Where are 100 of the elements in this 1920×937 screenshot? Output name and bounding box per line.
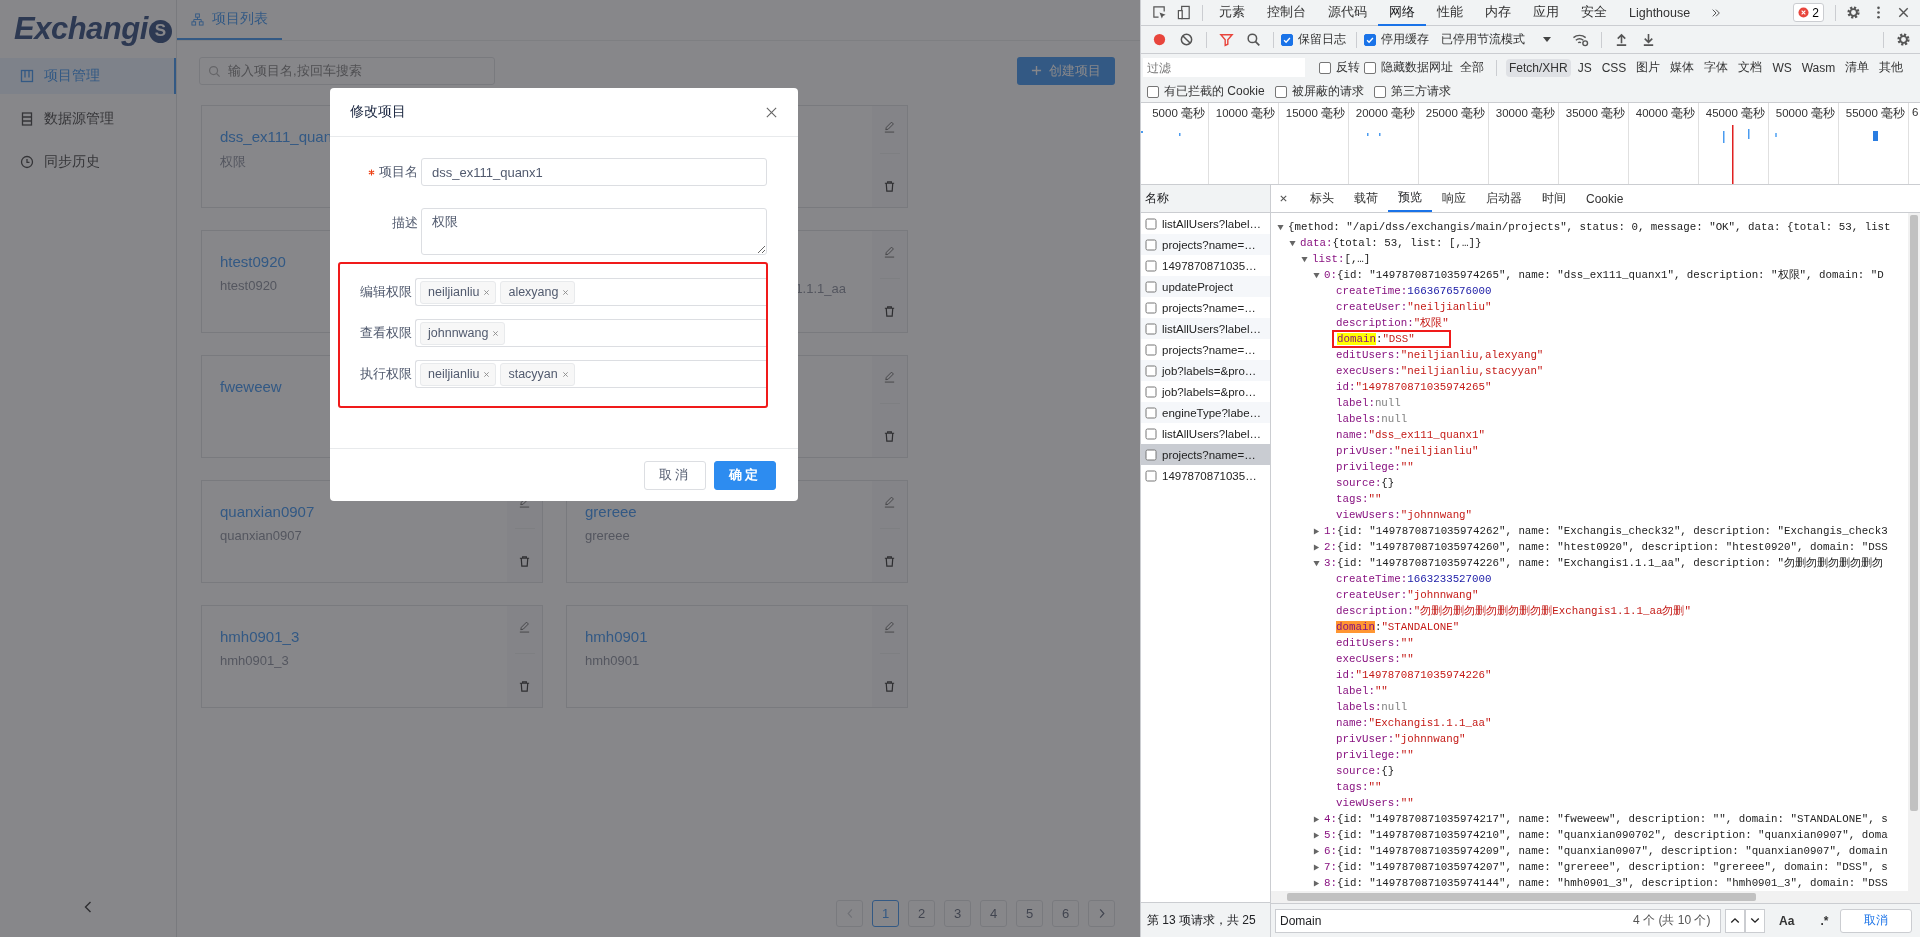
close-icon[interactable] bbox=[1279, 194, 1288, 203]
collapse-icon[interactable] bbox=[84, 901, 92, 913]
find-field[interactable]: Domain 4 个 (共 10 个) bbox=[1275, 908, 1722, 933]
delete-icon[interactable] bbox=[883, 680, 896, 693]
checkbox[interactable] bbox=[1373, 85, 1386, 98]
remove-icon[interactable] bbox=[483, 288, 491, 296]
inspect-icon[interactable] bbox=[1152, 5, 1167, 20]
device-toolbar-icon[interactable] bbox=[1177, 5, 1192, 20]
clear-icon[interactable] bbox=[1179, 32, 1194, 47]
filter-field[interactable]: 过滤 bbox=[1143, 58, 1305, 77]
type-filter-chip[interactable]: JS bbox=[1574, 58, 1595, 77]
expand-triangle-icon[interactable] bbox=[1313, 831, 1320, 839]
expand-triangle-icon[interactable] bbox=[1313, 879, 1320, 887]
user-tag[interactable]: alexyang bbox=[500, 280, 576, 304]
expand-triangle-icon[interactable] bbox=[1313, 847, 1320, 855]
expand-triangle-icon[interactable] bbox=[1289, 239, 1296, 247]
user-tag[interactable]: stacyyan bbox=[500, 362, 575, 386]
delete-icon[interactable] bbox=[518, 555, 531, 568]
type-filter-chip[interactable]: Fetch/XHR bbox=[1506, 58, 1571, 77]
request-row[interactable]: 1497870871035… bbox=[1141, 255, 1270, 276]
settings-icon[interactable] bbox=[1896, 32, 1911, 47]
detail-tab[interactable]: 时间 bbox=[1532, 185, 1576, 212]
expand-triangle-icon[interactable] bbox=[1313, 815, 1320, 823]
cancel-search-button[interactable]: 取消 bbox=[1840, 908, 1912, 933]
panel-tab[interactable]: Lighthouse bbox=[1618, 0, 1702, 26]
type-filter-chip[interactable]: 媒体 bbox=[1667, 57, 1698, 78]
expand-triangle-icon[interactable] bbox=[1301, 255, 1308, 263]
record-icon[interactable] bbox=[1152, 32, 1167, 47]
checkbox[interactable] bbox=[1147, 85, 1159, 98]
request-row[interactable]: listAllUsers?label… bbox=[1141, 423, 1270, 444]
type-filter-chip[interactable]: 图片 bbox=[1633, 57, 1664, 78]
detail-tab[interactable]: 标头 bbox=[1300, 185, 1344, 212]
checkbox[interactable] bbox=[1364, 61, 1376, 74]
throttling-dropdown[interactable]: 已停用节流模式 bbox=[1435, 30, 1557, 49]
name-field[interactable]: dss_ex111_quanx1 bbox=[421, 158, 767, 186]
checkbox[interactable] bbox=[1274, 85, 1287, 98]
expand-triangle-icon[interactable] bbox=[1277, 223, 1284, 231]
detail-tab[interactable]: Cookie bbox=[1576, 185, 1634, 212]
expand-triangle-icon[interactable] bbox=[1313, 863, 1320, 871]
delete-icon[interactable] bbox=[883, 180, 896, 193]
type-filter-chip[interactable]: 清单 bbox=[1842, 57, 1873, 78]
detail-tab[interactable]: 载荷 bbox=[1344, 185, 1388, 212]
type-filter-chip[interactable]: 文档 bbox=[1735, 57, 1766, 78]
search-icon[interactable] bbox=[1246, 32, 1261, 47]
horizontal-scrollbar[interactable] bbox=[1271, 891, 1920, 903]
cancel-button[interactable]: 取消 bbox=[644, 460, 706, 490]
sidebar-item[interactable]: 数据源管理 bbox=[0, 101, 176, 137]
delete-icon[interactable] bbox=[518, 680, 531, 693]
user-tag[interactable]: johnnwang bbox=[420, 321, 506, 345]
type-filter-chip[interactable]: 全部 bbox=[1457, 57, 1487, 78]
delete-icon[interactable] bbox=[883, 555, 896, 568]
settings-icon[interactable] bbox=[1846, 5, 1861, 20]
request-row[interactable]: updateProject bbox=[1141, 276, 1270, 297]
request-row[interactable]: job?labels=&pro… bbox=[1141, 360, 1270, 381]
request-row[interactable]: projects?name=… bbox=[1141, 444, 1270, 465]
close-icon[interactable] bbox=[1896, 5, 1911, 20]
panel-tab[interactable]: 应用 bbox=[1522, 0, 1570, 26]
remove-icon[interactable] bbox=[561, 370, 569, 378]
remove-icon[interactable] bbox=[483, 370, 491, 378]
expand-triangle-icon[interactable] bbox=[1313, 559, 1320, 567]
detail-tab[interactable]: 预览 bbox=[1388, 185, 1432, 212]
type-filter-chip[interactable]: Wasm bbox=[1798, 58, 1839, 77]
user-select-field[interactable]: neiljianliu stacyyan bbox=[415, 360, 766, 388]
panel-tab[interactable]: 源代码 bbox=[1317, 0, 1378, 26]
remove-icon[interactable] bbox=[492, 329, 500, 337]
download-icon[interactable] bbox=[1641, 32, 1656, 47]
checkbox[interactable] bbox=[1364, 33, 1376, 46]
panel-tab[interactable]: 控制台 bbox=[1256, 0, 1317, 26]
request-row[interactable]: projects?name=… bbox=[1141, 339, 1270, 360]
delete-icon[interactable] bbox=[883, 430, 896, 443]
user-tag[interactable]: neiljianliu bbox=[420, 362, 497, 386]
request-row[interactable]: projects?name=… bbox=[1141, 297, 1270, 318]
type-filter-chip[interactable]: 字体 bbox=[1701, 57, 1732, 78]
remove-icon[interactable] bbox=[562, 288, 570, 296]
error-count-badge[interactable]: 2 bbox=[1793, 3, 1824, 22]
delete-icon[interactable] bbox=[883, 305, 896, 318]
vertical-scrollbar[interactable] bbox=[1908, 213, 1920, 891]
request-row[interactable]: projects?name=… bbox=[1141, 234, 1270, 255]
user-select-field[interactable]: neiljianliu alexyang bbox=[415, 278, 766, 306]
checkbox[interactable] bbox=[1319, 61, 1331, 74]
user-tag[interactable]: neiljianliu bbox=[420, 280, 497, 304]
type-filter-chip[interactable]: CSS bbox=[1598, 58, 1630, 77]
match-case-button[interactable]: Aa bbox=[1771, 913, 1803, 928]
user-select-field[interactable]: johnnwang bbox=[415, 319, 766, 347]
sidebar-item[interactable]: 同步历史 bbox=[0, 144, 176, 180]
more-tabs-icon[interactable] bbox=[1711, 7, 1722, 18]
panel-tab[interactable]: 元素 bbox=[1208, 0, 1256, 26]
checkbox[interactable] bbox=[1281, 33, 1293, 46]
request-row[interactable]: engineType?labe… bbox=[1141, 402, 1270, 423]
panel-tab[interactable]: 安全 bbox=[1570, 0, 1618, 26]
previous-match-button[interactable] bbox=[1725, 908, 1746, 933]
upload-icon[interactable] bbox=[1614, 32, 1629, 47]
filter-icon[interactable] bbox=[1219, 32, 1234, 47]
panel-tab[interactable]: 性能 bbox=[1426, 0, 1474, 26]
regex-button[interactable]: .* bbox=[1812, 913, 1837, 928]
request-row[interactable]: 1497870871035… bbox=[1141, 465, 1270, 486]
network-conditions-icon[interactable] bbox=[1572, 32, 1589, 47]
close-icon[interactable] bbox=[765, 105, 778, 119]
request-row[interactable]: listAllUsers?label… bbox=[1141, 213, 1270, 234]
detail-tab[interactable]: 启动器 bbox=[1476, 185, 1532, 212]
